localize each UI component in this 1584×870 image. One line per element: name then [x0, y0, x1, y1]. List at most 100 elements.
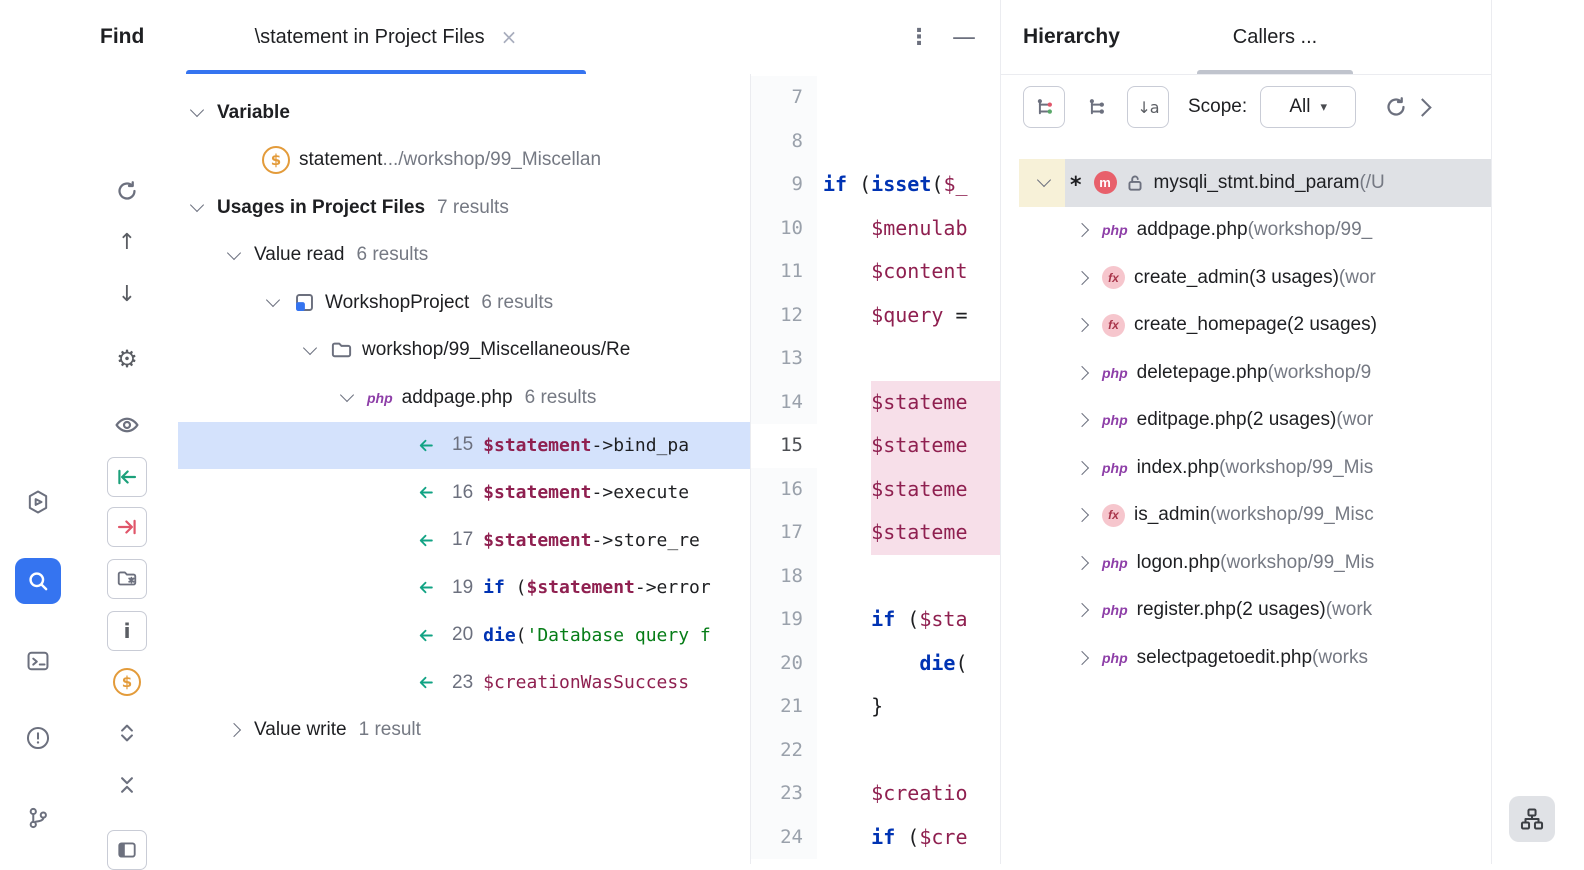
- caller-row[interactable]: fx is_admin (workshop/99_Misc: [1019, 492, 1492, 540]
- chevron-right-icon[interactable]: [1075, 461, 1089, 475]
- usage-code: $statement->store_re: [483, 530, 700, 551]
- chevron-right-icon[interactable]: [1075, 508, 1089, 522]
- services-tool-button[interactable]: [15, 479, 61, 525]
- chevron-right-icon[interactable]: [1075, 318, 1089, 332]
- chevron-right-icon[interactable]: [1075, 366, 1089, 380]
- chevron-right-icon[interactable]: [1075, 651, 1089, 665]
- next-occurrence-icon[interactable]: ↓: [108, 275, 146, 313]
- function-icon: fx: [1102, 314, 1125, 337]
- node-label: WorkshopProject: [325, 292, 469, 314]
- editor-line: 16 $stateme: [751, 468, 1000, 512]
- caller-row[interactable]: php deletepage.php (workshop/9: [1019, 349, 1492, 397]
- caller-row[interactable]: php addpage.php (workshop/99_: [1019, 207, 1492, 255]
- callers-tab[interactable]: Callers ...: [1197, 0, 1353, 74]
- line-number: 17: [751, 511, 817, 555]
- chevron-down-icon[interactable]: [190, 103, 204, 117]
- caller-row[interactable]: php selectpagetoedit.php (works: [1019, 634, 1492, 682]
- git-tool-button[interactable]: [15, 795, 61, 841]
- caller-row[interactable]: php logon.php (workshop/99_Mis: [1019, 539, 1492, 587]
- caller-hierarchy-icon[interactable]: [1023, 86, 1065, 128]
- find-results-tab[interactable]: \statement in Project Files ×: [186, 0, 586, 74]
- caller-row[interactable]: fx create_homepage (2 usages): [1019, 302, 1492, 350]
- expand-all-icon[interactable]: [108, 714, 146, 752]
- refresh-icon[interactable]: [108, 172, 146, 210]
- search-tool-button[interactable]: [15, 558, 61, 604]
- variable-icon: $: [262, 146, 290, 174]
- chevron-down-icon[interactable]: [227, 246, 241, 260]
- usage-code: $statement->execute: [483, 482, 689, 503]
- chevron-right-icon[interactable]: [1075, 413, 1089, 427]
- chevron-right-icon[interactable]: [227, 723, 241, 737]
- tree-group-usages[interactable]: Usages in Project Files 7 results: [178, 184, 750, 232]
- hierarchy-structure-icon: [1519, 806, 1545, 832]
- preview-eye-icon[interactable]: [108, 406, 146, 444]
- more-options-icon[interactable]: ⋮: [908, 0, 930, 74]
- chevron-down-icon[interactable]: [340, 388, 354, 402]
- find-results-tree: Variable $ statement .../workshop/99_Mis…: [178, 74, 750, 864]
- tree-node-project[interactable]: WorkshopProject 6 results: [178, 279, 750, 327]
- chevron-down-icon[interactable]: [266, 293, 280, 307]
- hierarchy-root-row[interactable]: * m mysqli_stmt.bind_param (/U: [1019, 159, 1492, 207]
- editor-line: 14 $stateme: [751, 381, 1000, 425]
- find-panel-title: Find: [100, 0, 144, 74]
- problems-tool-button[interactable]: [15, 715, 61, 761]
- usage-code: $creationWasSuccess: [483, 672, 689, 693]
- close-icon[interactable]: ×: [501, 25, 518, 49]
- usage-row-15[interactable]: 15 $statement->bind_pa: [178, 422, 750, 470]
- tree-node-value-write[interactable]: Value write 1 result: [178, 707, 750, 755]
- chevron-right-icon[interactable]: [1075, 556, 1089, 570]
- line-number: 8: [751, 120, 817, 164]
- chevron-down-icon[interactable]: [303, 341, 317, 355]
- caller-row[interactable]: php editpage.php (2 usages) (wor: [1019, 397, 1492, 445]
- code-editor[interactable]: 7 8 9if (isset($_ 10 $menulab 11 $conten…: [750, 74, 1000, 864]
- usage-row-17[interactable]: 17 $statement->store_re: [178, 517, 750, 565]
- read-access-icon[interactable]: [107, 457, 147, 497]
- usage-line-number: 20: [452, 624, 473, 646]
- caller-row[interactable]: fx create_admin (3 usages) (wor: [1019, 254, 1492, 302]
- group-label: Variable: [217, 102, 290, 124]
- chevron-right-icon[interactable]: [1075, 603, 1089, 617]
- usage-row-23[interactable]: 23 $creationWasSuccess: [178, 659, 750, 707]
- chevron-right-icon[interactable]: [1075, 223, 1089, 237]
- expand-panel-icon[interactable]: [1413, 98, 1431, 116]
- usage-row-19[interactable]: 19 if ($statement->error: [178, 564, 750, 612]
- hierarchy-tool-button[interactable]: [1509, 796, 1555, 842]
- caller-row[interactable]: php register.php (2 usages) (work: [1019, 587, 1492, 635]
- collapse-all-icon[interactable]: [108, 766, 146, 804]
- tree-node-folder[interactable]: workshop/99_Miscellaneous/Re: [178, 327, 750, 375]
- terminal-tool-button[interactable]: [15, 638, 61, 684]
- preview-panel-icon[interactable]: [107, 830, 147, 870]
- usage-code: die('Database query f: [483, 625, 711, 646]
- usage-line-number: 23: [452, 672, 473, 694]
- usage-row-20[interactable]: 20 die('Database query f: [178, 612, 750, 660]
- php-file-icon: php: [1102, 412, 1128, 428]
- editor-line: 19 if ($sta: [751, 598, 1000, 642]
- caller-row[interactable]: php index.php (workshop/99_Mis: [1019, 444, 1492, 492]
- settings-gear-icon[interactable]: ⚙: [108, 340, 146, 378]
- tree-group-variable[interactable]: Variable: [178, 89, 750, 137]
- line-number: 10: [751, 207, 817, 251]
- minimize-icon[interactable]: —: [952, 0, 976, 74]
- tree-item-statement[interactable]: $ statement .../workshop/99_Miscellan: [178, 137, 750, 185]
- line-number: 22: [751, 729, 817, 773]
- editor-line: 11 $content: [751, 250, 1000, 294]
- scope-label: Scope:: [1188, 96, 1247, 118]
- callee-hierarchy-icon[interactable]: [1076, 87, 1116, 127]
- write-access-icon[interactable]: [107, 507, 147, 547]
- info-icon[interactable]: i: [107, 611, 147, 651]
- previous-occurrence-icon[interactable]: ↑: [108, 223, 146, 261]
- chevron-right-icon[interactable]: [1075, 271, 1089, 285]
- line-number: 13: [751, 337, 817, 381]
- function-icon: fx: [1102, 266, 1125, 289]
- unlocked-padlock-icon: [1125, 173, 1145, 193]
- sort-alphabetically-icon[interactable]: ↓a: [1127, 86, 1169, 128]
- tree-node-value-read[interactable]: Value read 6 results: [178, 232, 750, 280]
- scope-dropdown[interactable]: All ▾: [1260, 86, 1356, 128]
- chevron-down-icon[interactable]: [190, 198, 204, 212]
- usage-row-16[interactable]: 16 $statement->execute: [178, 469, 750, 517]
- tree-node-addpage[interactable]: php addpage.php 6 results: [178, 374, 750, 422]
- group-by-directory-icon[interactable]: [107, 559, 147, 599]
- refresh-icon[interactable]: [1376, 87, 1416, 127]
- variable-filter-icon[interactable]: $: [108, 663, 146, 701]
- editor-line: 10 $menulab: [751, 207, 1000, 251]
